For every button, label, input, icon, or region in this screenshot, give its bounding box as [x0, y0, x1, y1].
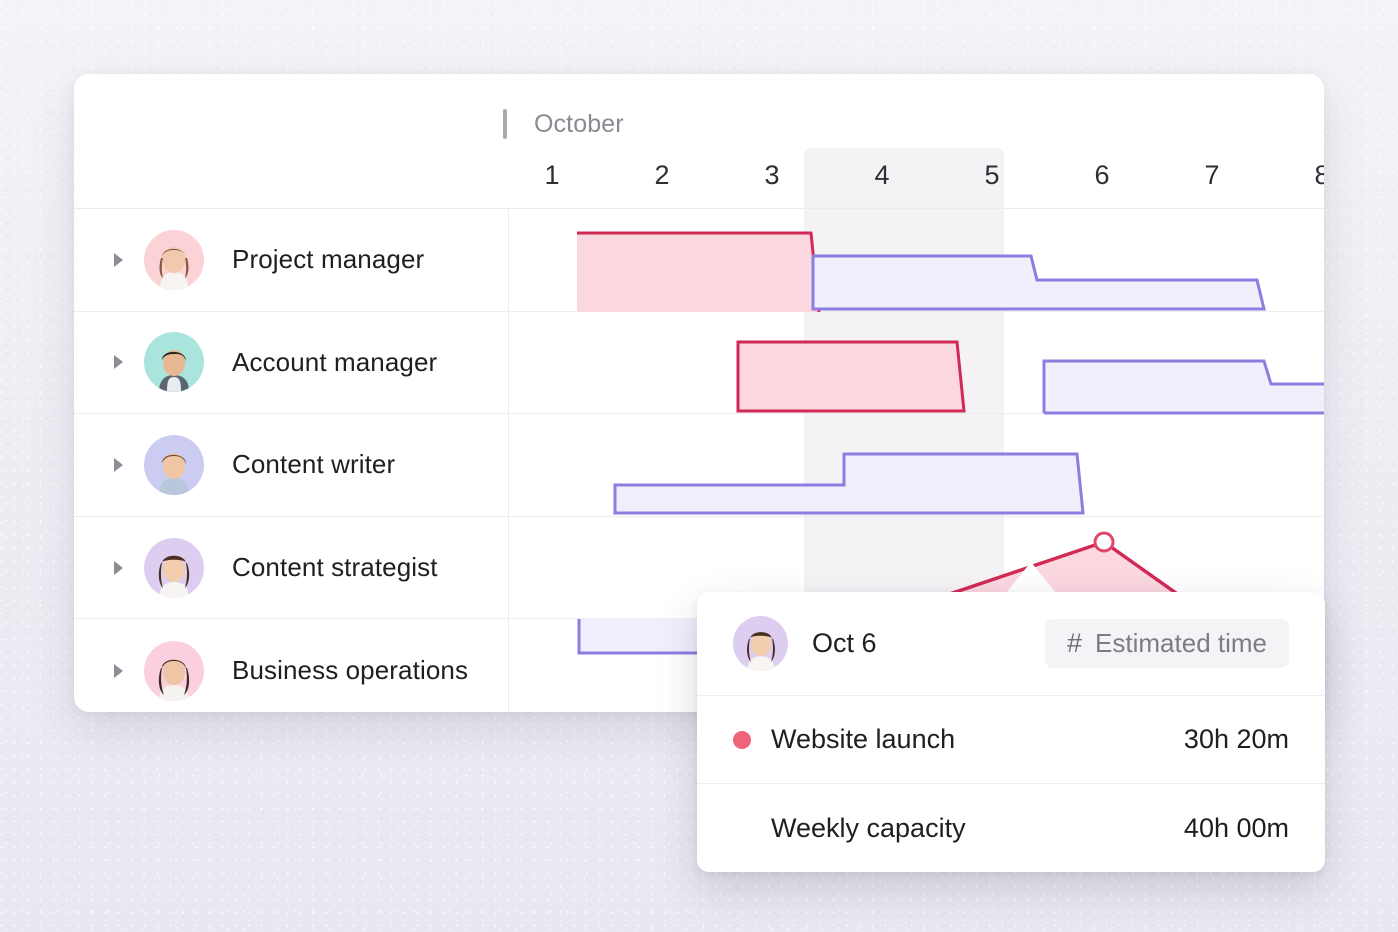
row-track-content-writer[interactable]: [509, 414, 1324, 516]
day-label-8[interactable]: 8: [1292, 160, 1324, 191]
workload-tooltip: Oct 6 # Estimated time Website launch 30…: [697, 592, 1325, 872]
role-label: Content writer: [232, 449, 396, 480]
tooltip-item-label: Website launch: [771, 724, 956, 754]
role-label: Business operations: [232, 655, 469, 686]
status-dot-placeholder: [733, 819, 751, 837]
row-header-project-manager[interactable]: Project manager: [74, 209, 508, 311]
avatar-business-operations: [144, 640, 204, 701]
table-row[interactable]: Content writer: [74, 414, 1324, 517]
expand-triangle-icon[interactable]: [114, 355, 123, 370]
avatar-face-icon: [159, 246, 189, 290]
tooltip-arrow-icon: [1006, 562, 1056, 593]
tooltip-item-label: Weekly capacity: [771, 812, 966, 843]
row-header-content-strategist[interactable]: Content strategist: [74, 517, 508, 619]
expand-triangle-icon[interactable]: [114, 252, 123, 267]
tooltip-header: Oct 6 # Estimated time: [697, 592, 1325, 696]
avatar-face-icon: [159, 452, 189, 495]
day-label-4[interactable]: 4: [852, 160, 912, 191]
tooltip-row-website-launch: Website launch 30h 20m: [697, 696, 1325, 784]
row-header-content-writer[interactable]: Content writer: [74, 414, 508, 516]
row-track-account-manager[interactable]: [509, 312, 1324, 415]
tooltip-date: Oct 6: [812, 628, 877, 658]
estimated-time-pill[interactable]: # Estimated time: [1045, 619, 1289, 668]
avatar-face-icon: [746, 632, 775, 671]
expand-triangle-icon[interactable]: [114, 457, 123, 472]
avatar-project-manager: [144, 229, 204, 290]
day-label-7[interactable]: 7: [1182, 160, 1242, 191]
day-label-row: 1 2 3 4 5 6 7 8: [74, 160, 1324, 209]
table-row[interactable]: Project manager: [74, 209, 1324, 312]
month-tick-icon: [503, 109, 507, 139]
tooltip-row-weekly-capacity: Weekly capacity 40h 00m: [697, 784, 1325, 872]
tooltip-avatar: [733, 616, 788, 671]
avatar-face-icon: [159, 350, 189, 393]
row-track-project-manager[interactable]: [509, 209, 1324, 312]
timeline-header: October 1 2 3 4 5 6 7 8: [74, 74, 1324, 209]
expand-triangle-icon[interactable]: [114, 663, 123, 678]
day-label-3[interactable]: 3: [742, 160, 802, 191]
tooltip-metric-label: Estimated time: [1095, 628, 1267, 658]
tooltip-item-value: 30h 20m: [1183, 724, 1289, 754]
data-point-marker: [1093, 531, 1115, 553]
status-dot-icon: [733, 730, 751, 749]
avatar-account-manager: [144, 332, 204, 393]
expand-triangle-icon[interactable]: [114, 560, 123, 575]
day-label-6[interactable]: 6: [1072, 160, 1132, 191]
role-label: Project manager: [232, 244, 425, 275]
avatar-face-icon: [158, 658, 190, 701]
role-label: Content strategist: [232, 552, 438, 583]
avatar-face-icon: [158, 555, 190, 598]
role-label: Account manager: [232, 346, 438, 377]
row-header-business-operations[interactable]: Business operations: [74, 619, 508, 712]
day-label-1[interactable]: 1: [522, 160, 582, 191]
day-label-5[interactable]: 5: [962, 160, 1022, 191]
tooltip-item-value: 40h 00m: [1183, 812, 1289, 843]
row-header-account-manager[interactable]: Account manager: [74, 312, 508, 414]
hash-icon: #: [1067, 628, 1083, 658]
month-label: October: [534, 110, 624, 138]
day-label-2[interactable]: 2: [632, 160, 692, 191]
avatar-content-strategist: [144, 537, 204, 598]
table-row[interactable]: Account manager: [74, 312, 1324, 415]
avatar-content-writer: [144, 434, 204, 495]
